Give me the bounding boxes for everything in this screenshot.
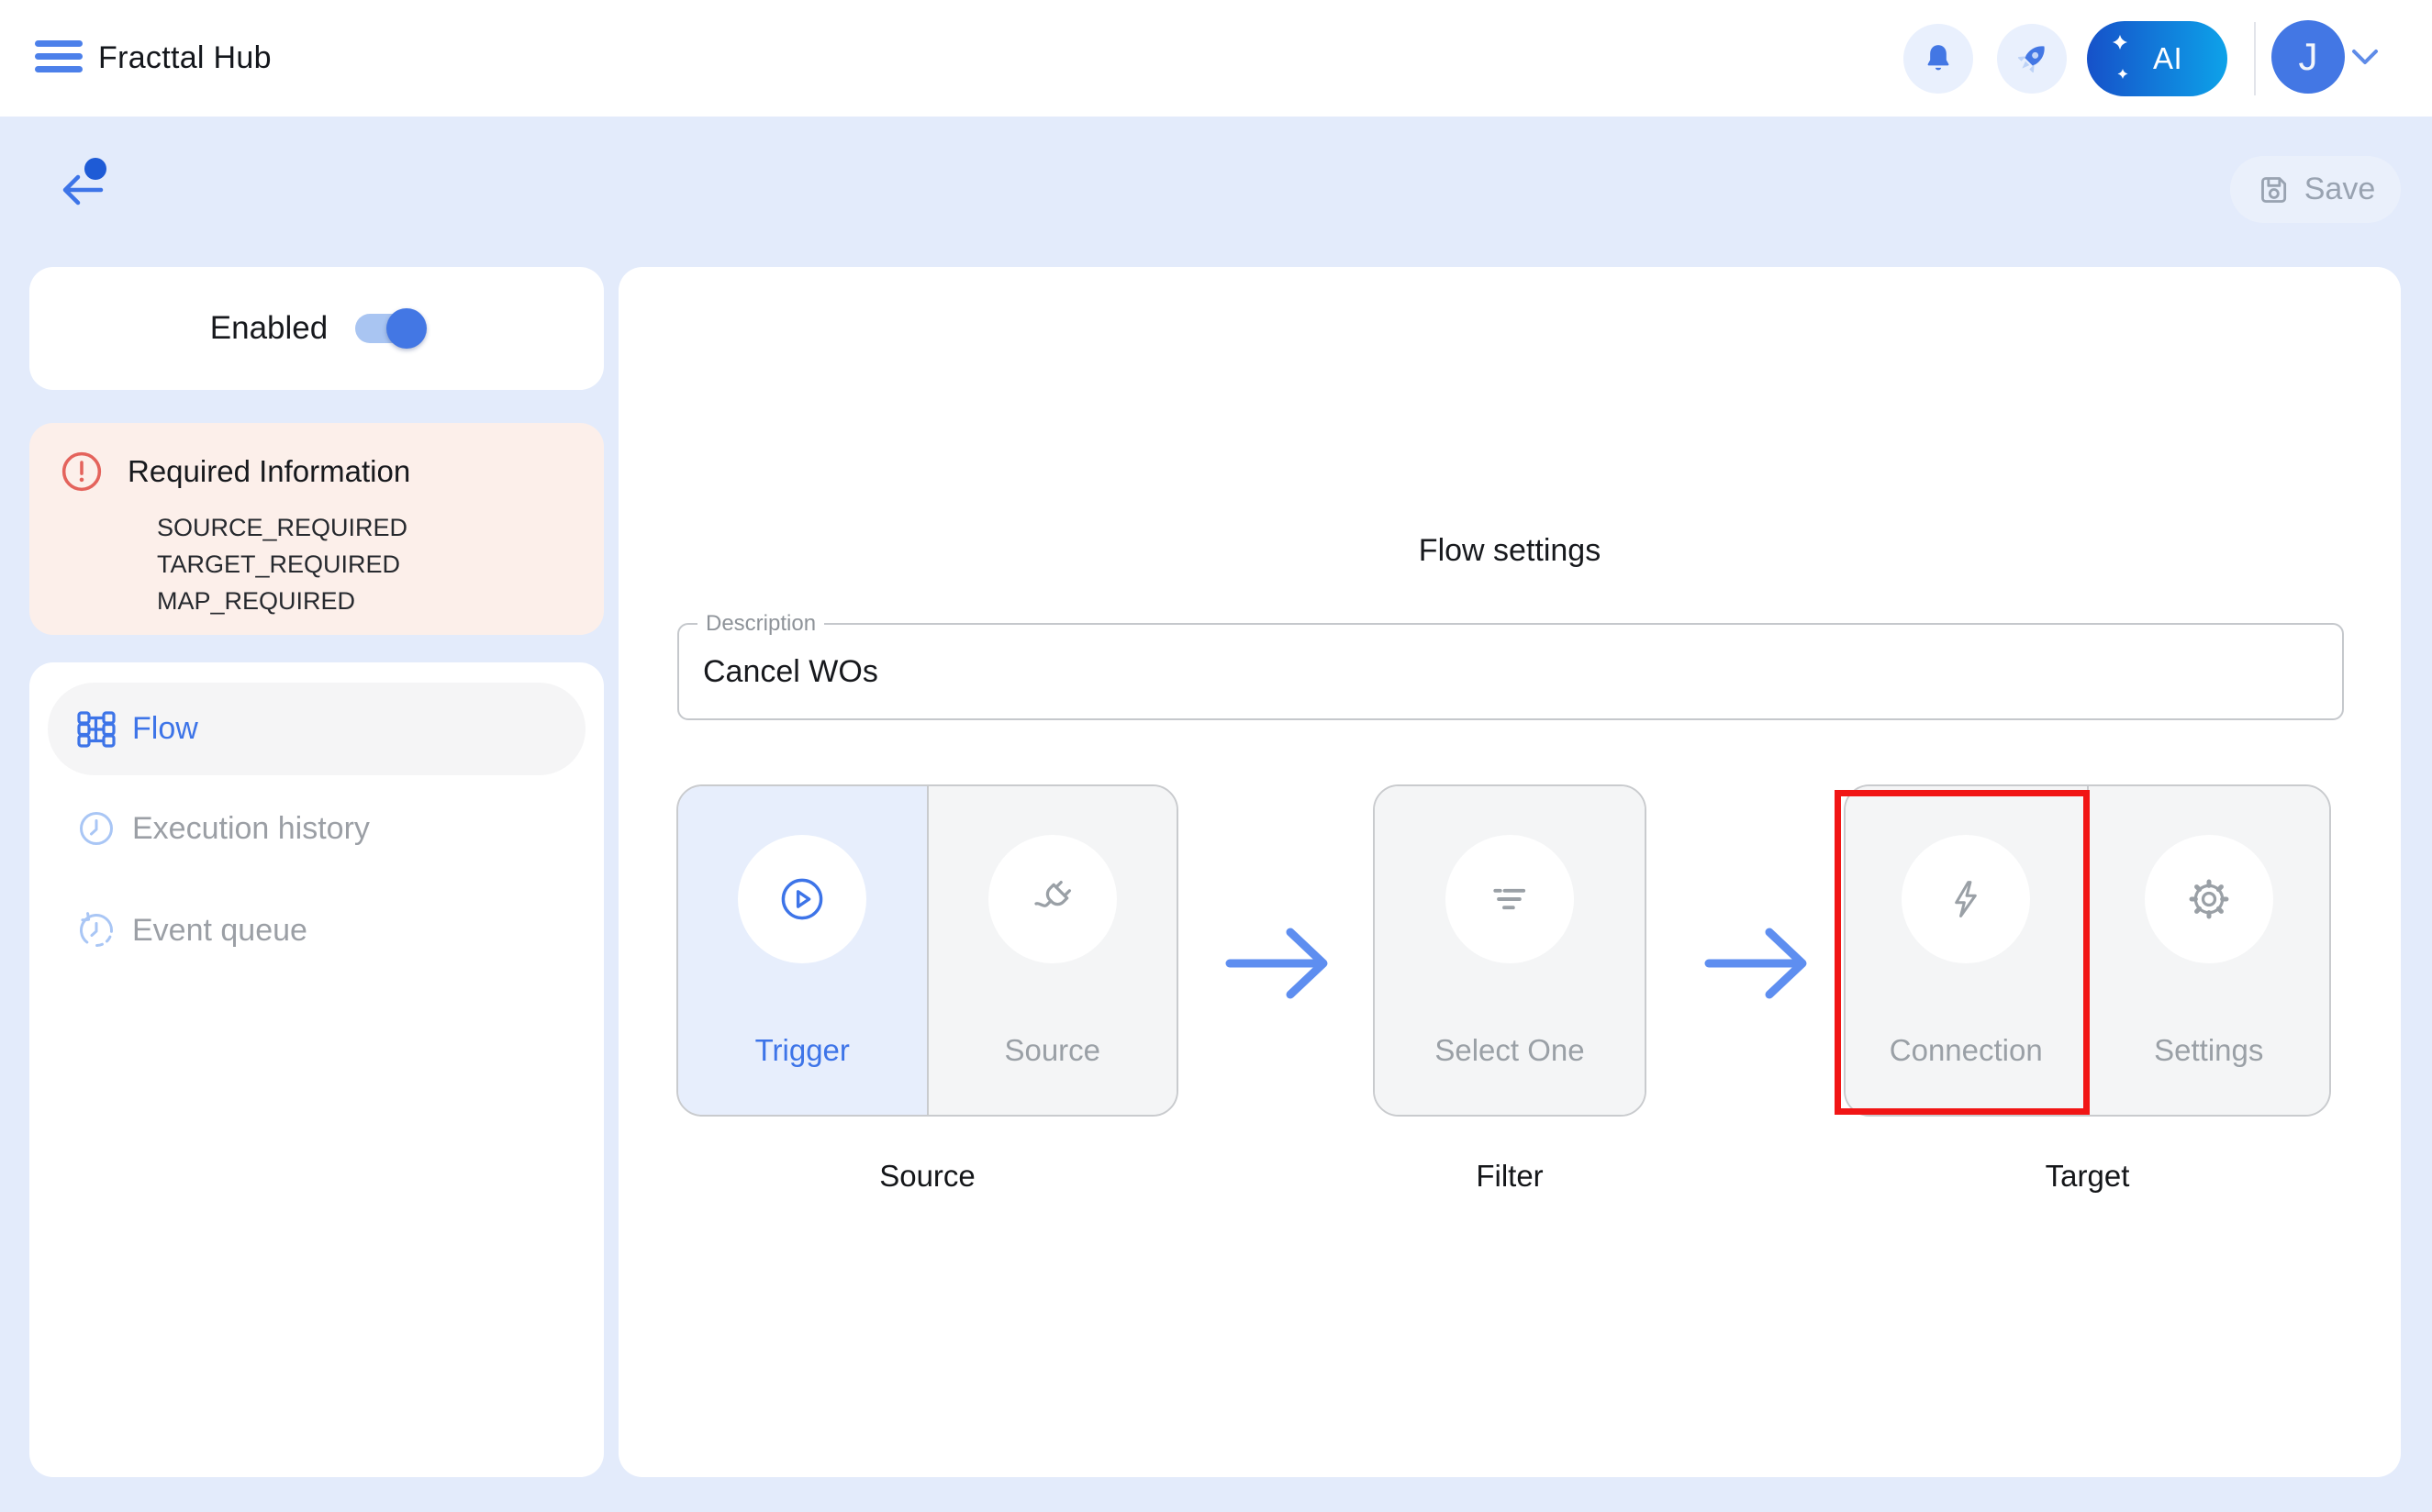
icon-circle [738,835,866,963]
icon-circle [1445,835,1574,963]
sidebar-item-label: Event queue [132,913,307,949]
bell-icon [1920,40,1957,77]
gear-icon [2185,875,2233,923]
ai-button-label: AI [2153,41,2182,76]
description-field-label: Description [697,611,824,637]
avatar-initial: J [2299,35,2318,79]
toggle-knob [386,308,427,349]
required-information-title: Required Information [128,454,410,489]
flow-settings-panel: Flow settings Description Cancel WOs Tri… [619,267,2401,1477]
source-step-card: Trigger Source [676,784,1178,1117]
alert-icon [61,450,103,493]
rocket-icon [2012,39,2052,79]
app-title: Fracttal Hub [98,40,272,76]
enabled-toggle[interactable] [355,314,423,343]
flow-icon [76,709,117,750]
required-information-list: SOURCE_REQUIRED TARGET_REQUIRED MAP_REQU… [157,509,582,619]
launcher-button[interactable] [1997,24,2067,94]
option-label: Connection [1890,1033,2043,1068]
menu-bar [35,53,83,60]
save-button[interactable]: Save [2230,156,2401,223]
sidebar-item-flow[interactable]: Flow [48,683,586,775]
required-information-header: Required Information [61,450,582,493]
lightning-icon [1942,875,1990,923]
required-item: SOURCE_REQUIRED [157,509,582,546]
filter-icon [1486,875,1534,923]
history-icon [76,910,117,951]
avatar[interactable]: J [2271,20,2345,94]
required-item: TARGET_REQUIRED [157,546,582,583]
option-label: Trigger [755,1033,850,1068]
sidebar-menu: Flow Execution history Event queue [29,662,604,1477]
source-connection-option[interactable]: Source [929,786,1177,1115]
description-field[interactable]: Description Cancel WOs [677,623,2344,720]
required-information-card: Required Information SOURCE_REQUIRED TAR… [29,423,604,635]
required-item: MAP_REQUIRED [157,583,582,619]
sparkles-icon [2109,32,2136,85]
target-settings-option[interactable]: Settings [2089,786,2330,1115]
icon-circle [1902,835,2030,963]
icon-circle [2145,835,2273,963]
filter-select-option[interactable]: Select One [1375,786,1645,1115]
sidebar-item-label: Execution history [132,811,370,847]
chevron-down-icon[interactable] [2349,48,2381,71]
unread-dot [84,158,106,180]
source-group-label: Source [676,1159,1178,1195]
option-label: Settings [2154,1033,2263,1068]
sidebar-item-execution-history[interactable]: Execution history [48,780,586,877]
sidebar-item-label: Flow [132,711,198,747]
enabled-card: Enabled [29,267,604,390]
menu-bar [35,40,83,47]
source-trigger-option[interactable]: Trigger [678,786,929,1115]
filter-group-label: Filter [1373,1159,1646,1195]
option-label: Select One [1434,1033,1584,1068]
arrow-right-icon [1703,921,1812,1006]
save-button-label: Save [2304,172,2376,207]
plug-icon [1029,875,1077,923]
filter-step-card: Select One [1373,784,1646,1117]
header-divider [2254,22,2256,95]
target-group-label: Target [1844,1159,2331,1195]
option-label: Source [1004,1033,1100,1068]
enabled-label: Enabled [210,310,328,347]
menu-icon[interactable] [35,40,83,77]
save-icon [2256,172,2293,208]
menu-bar [35,66,83,72]
ai-assistant-button[interactable]: AI [2087,21,2227,96]
icon-circle [988,835,1117,963]
page-title: Flow settings [619,533,2401,569]
target-connection-option[interactable]: Connection [1846,786,2089,1115]
top-app-bar: Fracttal Hub AI J [0,0,2432,117]
sidebar-item-event-queue[interactable]: Event queue [48,882,586,979]
arrow-right-icon [1224,921,1333,1006]
description-field-value: Cancel WOs [703,654,878,690]
clock-icon [76,808,117,849]
target-step-card: Connection Settings [1844,784,2331,1117]
play-circle-icon [778,875,826,923]
notifications-button[interactable] [1903,24,1973,94]
